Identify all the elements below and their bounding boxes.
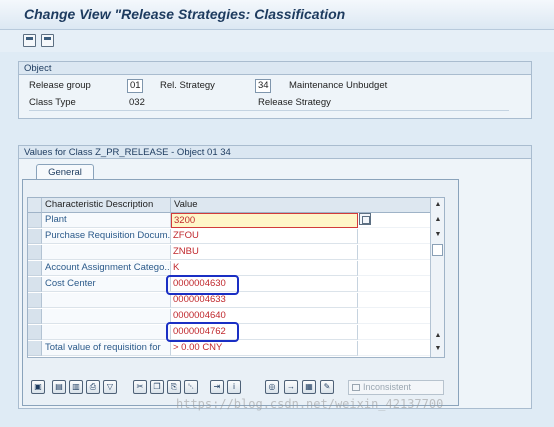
status-icon [352,384,360,391]
row-filler [358,229,430,244]
characteristic-description: Account Assignment Catego... [42,261,171,276]
object-group-heading: Object [19,62,531,75]
column-header-description[interactable]: Characteristic Description [42,198,171,213]
row-selector[interactable] [28,341,42,356]
row-selector[interactable] [28,325,42,340]
highlight-cost-center-last [166,322,239,342]
row-selector[interactable] [28,229,42,244]
delete-icon[interactable]: ␡ [184,380,198,394]
scroll-bottom-icon[interactable]: ▼ [433,344,443,354]
characteristic-description [42,293,171,308]
copy-icon[interactable]: ❐ [150,380,164,394]
characteristic-value-field[interactable]: 0000004633 [171,293,358,308]
column-header-value[interactable]: Value [171,198,430,213]
release-group-label: Release group [29,80,91,91]
rel-strategy-label: Rel. Strategy [160,80,215,91]
save-as-icon[interactable] [41,34,54,47]
export-icon[interactable]: ⇥ [210,380,224,394]
characteristic-description: Total value of requisition for [42,341,171,356]
title-bar: Change View "Release Strategies: Classif… [0,0,554,30]
layout-icon[interactable]: ▦ [302,380,316,394]
row-selector[interactable] [28,213,42,228]
characteristic-description: Plant [42,213,171,228]
select-all-corner[interactable] [28,198,42,213]
characteristic-description [42,325,171,340]
characteristic-value-field[interactable]: ZNBU [171,245,358,260]
find-next-icon[interactable]: → [284,380,298,394]
row-filler [358,341,430,356]
row-filler [358,293,430,308]
value-help-icon[interactable] [359,213,371,225]
save-icon[interactable] [23,34,36,47]
class-type-text: Release Strategy [258,97,331,108]
change-icon[interactable]: ✎ [320,380,334,394]
row-selector[interactable] [28,293,42,308]
window-title: Change View "Release Strategies: Classif… [24,6,346,22]
row-selector[interactable] [28,277,42,292]
characteristic-description [42,245,171,260]
filter-icon[interactable]: ▽ [103,380,117,394]
vertical-scrollbar[interactable]: ▲ ▲ ▼ ▲ ▼ [430,198,444,357]
row-selector[interactable] [28,245,42,260]
object-group: Object Release group 01 Rel. Strategy 34… [18,61,532,119]
characteristic-value-field[interactable]: > 0.00 CNY [171,341,358,356]
class-type-value: 032 [129,97,145,108]
print-icon[interactable]: ⎙ [86,380,100,394]
release-group-field[interactable]: 01 [127,79,143,93]
cut-icon[interactable]: ✂ [133,380,147,394]
find-icon[interactable]: ◎ [265,380,279,394]
application-toolbar [0,30,554,52]
values-group-heading: Values for Class Z_PR_RELEASE - Object 0… [19,146,531,159]
scroll-thumb[interactable] [432,244,443,256]
characteristic-value-field[interactable]: ZFOU [171,229,358,244]
rel-strategy-text: Maintenance Unbudget [289,80,388,91]
scroll-page-up-icon[interactable]: ▲ [433,331,443,341]
rel-strategy-field[interactable]: 34 [255,79,271,93]
characteristic-description [42,309,171,324]
characteristic-description: Purchase Requisition Docum... [42,229,171,244]
watermark: https://blog.csdn.net/weixin_42137700 [176,397,444,411]
scroll-up-icon[interactable]: ▲ [433,215,443,225]
tab-general[interactable]: General [36,164,94,180]
characteristic-value-field[interactable]: 3200 [171,213,358,228]
characteristic-description: Cost Center [42,277,171,292]
consistency-status: Inconsistent [348,380,444,395]
paste-icon[interactable]: ⎘ [167,380,181,394]
object-divider [29,110,509,111]
status-text: Inconsistent [363,382,412,392]
row-selector[interactable] [28,309,42,324]
table-select-icon[interactable]: ▥ [69,380,83,394]
scroll-down-icon[interactable]: ▼ [433,230,443,240]
info-icon[interactable]: i [227,380,241,394]
highlight-cost-center-first [166,275,239,295]
row-filler [358,245,430,260]
class-type-label: Class Type [29,97,76,108]
row-filler [358,325,430,340]
characteristic-value-field[interactable]: K [171,261,358,276]
scroll-top-icon[interactable]: ▲ [433,200,443,210]
row-selector[interactable] [28,261,42,276]
table-icon[interactable]: ▤ [52,380,66,394]
row-filler [358,277,430,292]
row-filler [358,261,430,276]
row-filler [358,309,430,324]
details-icon[interactable]: ▣ [31,380,45,394]
